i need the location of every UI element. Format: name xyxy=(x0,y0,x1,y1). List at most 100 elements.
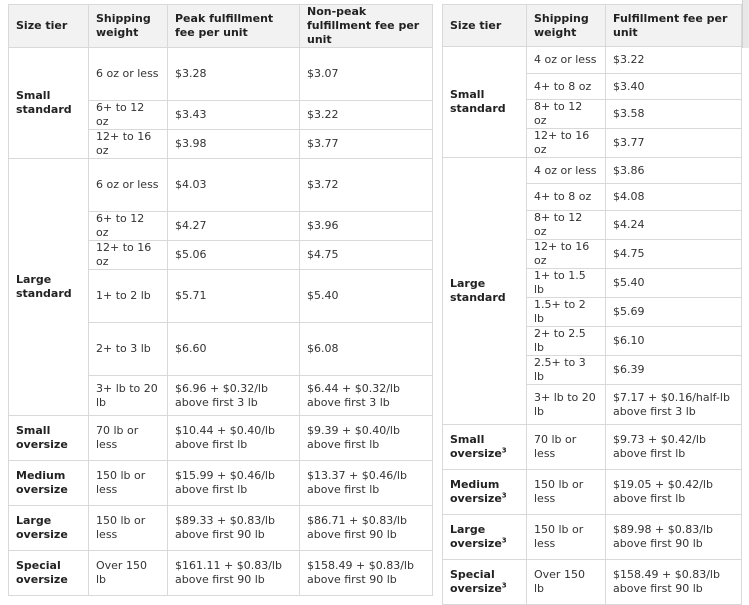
tier-large-standard: Large standard xyxy=(442,157,527,425)
fee-cell: $4.75 xyxy=(605,239,742,269)
nonpeak-fee-cell: $5.40 xyxy=(299,269,433,323)
tier-label: Special oversize xyxy=(450,568,502,595)
tier-label: Small oversize xyxy=(450,433,502,460)
weight-cell: 1+ to 2 lb xyxy=(88,269,168,323)
footnote-marker: 3 xyxy=(501,491,507,500)
weight-cell: 70 lb or less xyxy=(526,424,606,470)
weight-cell: 8+ to 12 oz xyxy=(526,99,606,129)
weight-cell: 6 oz or less xyxy=(88,158,168,212)
fee-cell: $158.49 + $0.83/lb above first 90 lb xyxy=(605,559,742,605)
fee-cell: $5.69 xyxy=(605,297,742,327)
peak-fee-cell: $10.44 + $0.40/lb above first lb xyxy=(167,415,300,461)
weight-cell: 1.5+ to 2 lb xyxy=(526,297,606,327)
tier-special-oversize: Special oversize xyxy=(8,550,89,596)
fee-cell: $3.77 xyxy=(605,128,742,158)
table-row: Large oversize3 150 lb or less $89.98 + … xyxy=(442,514,742,560)
weight-cell: 2+ to 2.5 lb xyxy=(526,326,606,356)
weight-cell: Over 150 lb xyxy=(88,550,168,596)
weight-cell: 12+ to 16 oz xyxy=(526,128,606,158)
peak-fee-cell: $5.06 xyxy=(167,240,300,270)
table-row: Large standard 4 oz or less $3.86 xyxy=(442,157,742,425)
weight-cell: 8+ to 12 oz xyxy=(526,210,606,240)
peak-fee-cell: $89.33 + $0.83/lb above first 90 lb xyxy=(167,505,300,551)
table-row: Large oversize 150 lb or less $89.33 + $… xyxy=(8,505,433,551)
nonpeak-fee-cell: $3.22 xyxy=(299,100,433,130)
weight-cell: 12+ to 16 oz xyxy=(88,240,168,270)
fee-cell: $9.73 + $0.42/lb above first lb xyxy=(605,424,742,470)
table-row: Special oversize Over 150 lb $161.11 + $… xyxy=(8,550,433,596)
nonpeak-fee-cell: $4.75 xyxy=(299,240,433,270)
tier-small-standard: Small standard xyxy=(8,47,89,159)
tier-small-standard: Small standard xyxy=(442,46,527,158)
nonpeak-fee-cell: $86.71 + $0.83/lb above first 90 lb xyxy=(299,505,433,551)
fee-cell: $6.39 xyxy=(605,355,742,385)
header-shipping-weight: Shipping weight xyxy=(88,4,168,48)
nonpeak-fee-cell: $6.08 xyxy=(299,322,433,376)
scrollbar[interactable] xyxy=(742,0,749,48)
peak-nonpeak-fee-table: Size tier Shipping weight Peak fulfillme… xyxy=(8,4,433,596)
peak-fee-cell: $3.43 xyxy=(167,100,300,130)
footnote-marker: 3 xyxy=(501,536,507,545)
fee-cell: $4.24 xyxy=(605,210,742,240)
weight-cell: 4 oz or less xyxy=(526,157,606,184)
weight-cell: 6 oz or less xyxy=(88,47,168,101)
fee-cell: $3.58 xyxy=(605,99,742,129)
fee-cell: $3.86 xyxy=(605,157,742,184)
header-size-tier: Size tier xyxy=(8,4,89,48)
nonpeak-fee-cell: $9.39 + $0.40/lb above first lb xyxy=(299,415,433,461)
fee-cell: $6.10 xyxy=(605,326,742,356)
table-row: Medium oversize 150 lb or less $15.99 + … xyxy=(8,460,433,506)
weight-cell: 12+ to 16 oz xyxy=(88,129,168,159)
weight-cell: 1+ to 1.5 lb xyxy=(526,268,606,298)
tier-label: Medium oversize xyxy=(450,478,502,505)
weight-cell: 2+ to 3 lb xyxy=(88,322,168,376)
weight-cell: 2.5+ to 3 lb xyxy=(526,355,606,385)
header-nonpeak-fee: Non-peak fulfillment fee per unit xyxy=(299,4,433,48)
peak-fee-cell: $15.99 + $0.46/lb above first lb xyxy=(167,460,300,506)
nonpeak-fee-cell: $3.96 xyxy=(299,211,433,241)
weight-cell: 12+ to 16 oz xyxy=(526,239,606,269)
nonpeak-fee-cell: $13.37 + $0.46/lb above first lb xyxy=(299,460,433,506)
header-shipping-weight: Shipping weight xyxy=(526,4,606,47)
tier-medium-oversize: Medium oversize xyxy=(8,460,89,506)
table-row: Small standard 6 oz or less $3.28 $3.07 xyxy=(8,47,433,159)
peak-fee-cell: $161.11 + $0.83/lb above first 90 lb xyxy=(167,550,300,596)
nonpeak-fee-cell: $3.77 xyxy=(299,129,433,159)
footnote-marker: 3 xyxy=(501,446,507,455)
tier-small-oversize: Small oversize xyxy=(8,415,89,461)
nonpeak-fee-cell: $6.44 + $0.32/lb above first 3 lb xyxy=(299,375,433,416)
weight-cell: 3+ lb to 20 lb xyxy=(526,384,606,425)
tier-special-oversize: Special oversize3 xyxy=(442,559,527,605)
table-row: Small oversize 70 lb or less $10.44 + $0… xyxy=(8,415,433,461)
weight-cell: Over 150 lb xyxy=(526,559,606,605)
peak-fee-cell: $6.96 + $0.32/lb above first 3 lb xyxy=(167,375,300,416)
weight-cell: 150 lb or less xyxy=(88,505,168,551)
weight-cell: 70 lb or less xyxy=(88,415,168,461)
peak-fee-cell: $4.27 xyxy=(167,211,300,241)
peak-fee-cell: $4.03 xyxy=(167,158,300,212)
table-row: Special oversize3 Over 150 lb $158.49 + … xyxy=(442,559,742,605)
header-size-tier: Size tier xyxy=(442,4,527,47)
tier-small-oversize: Small oversize3 xyxy=(442,424,527,470)
table-row: Medium oversize3 150 lb or less $19.05 +… xyxy=(442,469,742,515)
weight-cell: 4+ to 8 oz xyxy=(526,73,606,100)
fulfillment-fee-table: Size tier Shipping weight Fulfillment fe… xyxy=(442,4,742,605)
header-row: Size tier Shipping weight Peak fulfillme… xyxy=(8,4,433,48)
footnote-marker: 3 xyxy=(501,581,507,590)
header-fulfillment-fee: Fulfillment fee per unit xyxy=(605,4,742,47)
tier-large-oversize: Large oversize xyxy=(8,505,89,551)
table-row: Large standard 6 oz or less $4.03 $3.72 xyxy=(8,158,433,416)
header-row: Size tier Shipping weight Fulfillment fe… xyxy=(442,4,742,47)
tier-label: Large oversize xyxy=(450,523,502,550)
table-row: Small oversize3 70 lb or less $9.73 + $0… xyxy=(442,424,742,470)
weight-cell: 4 oz or less xyxy=(526,46,606,74)
fee-cell: $4.08 xyxy=(605,183,742,211)
fee-cell: $5.40 xyxy=(605,268,742,298)
fee-cell: $7.17 + $0.16/half-lb above first 3 lb xyxy=(605,384,742,425)
peak-fee-cell: $3.28 xyxy=(167,47,300,101)
weight-cell: 150 lb or less xyxy=(526,514,606,560)
table-row: Small standard 4 oz or less $3.22 xyxy=(442,46,742,158)
nonpeak-fee-cell: $158.49 + $0.83/lb above first 90 lb xyxy=(299,550,433,596)
peak-fee-cell: $6.60 xyxy=(167,322,300,376)
peak-fee-cell: $5.71 xyxy=(167,269,300,323)
